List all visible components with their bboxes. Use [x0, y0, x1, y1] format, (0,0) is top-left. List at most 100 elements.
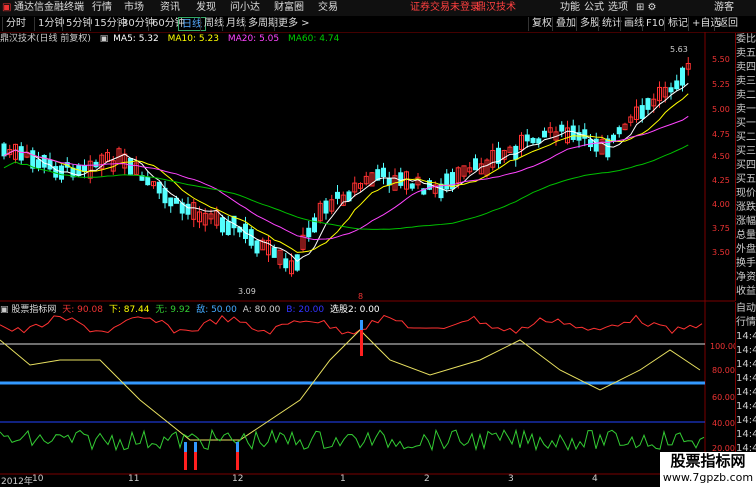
high-price-label: 5.63	[670, 45, 688, 54]
side-item[interactable]: 卖三	[736, 75, 756, 89]
ind-tick: 80.00	[712, 366, 735, 375]
di-value: 敌: 50.00	[196, 305, 237, 315]
side-item[interactable]: 收益	[736, 285, 756, 299]
side-tick-item: 14:47	[736, 401, 756, 412]
xuangu-value: 选股2: 0.00	[330, 305, 380, 315]
wu-value: 无: 9.92	[155, 305, 191, 315]
price-tick: 3.75	[712, 224, 730, 233]
candle-body	[680, 67, 685, 86]
side-item[interactable]: 卖四	[736, 61, 756, 75]
candle-body	[605, 138, 611, 158]
x-tick: 1	[340, 474, 346, 484]
candle-body	[220, 217, 225, 233]
side-item[interactable]: 卖一	[736, 103, 756, 117]
candle-body	[386, 178, 392, 186]
candle-body	[30, 150, 36, 169]
side-item[interactable]: 现价	[736, 187, 756, 201]
candle-body	[335, 191, 340, 199]
candle-body	[524, 134, 530, 142]
candle-body	[1, 143, 7, 157]
side-item[interactable]: 买五	[736, 173, 756, 187]
b-value: B: 20.00	[286, 305, 325, 315]
xia-line	[0, 329, 701, 441]
side-item[interactable]: 买四	[736, 159, 756, 173]
candle-body	[645, 98, 651, 110]
candle-body	[248, 229, 254, 246]
signal-bar-bottom	[194, 452, 197, 470]
side-tick-item: 14:47	[736, 359, 756, 370]
side-item[interactable]: 买三	[736, 145, 756, 159]
candle-body	[156, 181, 162, 194]
x-tick: 2	[424, 474, 430, 484]
candle-body	[473, 158, 478, 171]
candle-body	[513, 145, 519, 160]
price-tick: 4.25	[712, 176, 730, 185]
candle-body	[294, 254, 300, 271]
side-item[interactable]: 涨幅	[736, 215, 756, 229]
indicator-name: 股票指标网	[11, 305, 57, 315]
price-tick: 4.75	[712, 130, 730, 139]
price-tick: 5.00	[712, 105, 730, 114]
side-item[interactable]: 外盘	[736, 243, 756, 257]
chart-canvas[interactable]	[0, 0, 735, 487]
side-tick-item: 14:47	[736, 331, 756, 342]
side-item[interactable]: 换手	[736, 257, 756, 271]
indicator-info-row: ▣ 股票指标网 天: 90.08 下: 87.44 无: 9.92 敌: 50.…	[0, 304, 380, 316]
candle-body	[18, 146, 24, 161]
candle-body	[145, 176, 151, 186]
ind-tick: 100.00	[710, 342, 738, 351]
wu-line	[0, 428, 705, 452]
candle-body	[668, 87, 674, 93]
x-tick: 2012年	[1, 477, 33, 487]
side-tick-item: 行情	[736, 317, 756, 328]
indicator-icon[interactable]: ▣	[0, 305, 9, 315]
candle-body	[616, 127, 622, 135]
tick-side-panel: 自动行情 14:47 14:47 14:47 14:47 14:47 14:47 14:47 1…	[735, 302, 756, 474]
side-item[interactable]: 委比	[736, 33, 756, 47]
quote-side-panel: 委比 卖五 卖四 卖三 卖二 卖一 买一 买二 买三 买四 买五 现价 涨跌 涨幅 总量 外盘 换手 净资 收益	[735, 33, 756, 301]
side-item[interactable]: 涨跌	[736, 201, 756, 215]
signal-bar-top	[184, 442, 187, 452]
side-item[interactable]: 净资	[736, 271, 756, 285]
candle-body	[185, 203, 191, 215]
side-item[interactable]: 总量	[736, 229, 756, 243]
candle-body	[306, 227, 312, 238]
side-item[interactable]: 卖五	[736, 47, 756, 61]
x-tick: 12	[232, 474, 244, 484]
x-tick: 10	[32, 474, 44, 484]
candle-body	[530, 137, 536, 144]
price-tick: 4.00	[712, 200, 730, 209]
x-tick: 11	[128, 474, 140, 484]
x-tick: 3	[508, 474, 514, 484]
candle-body	[323, 200, 329, 214]
side-tick-item: 14:47	[736, 429, 756, 440]
candle-body	[36, 159, 41, 169]
side-item[interactable]: 买一	[736, 117, 756, 131]
candle-body	[611, 134, 616, 142]
signal-bar-bottom	[360, 330, 363, 356]
watermark-title: 股票指标网	[670, 452, 746, 470]
watermark: 股票指标网 www.7gpzb.com	[660, 452, 756, 487]
side-tick-item: 14:47	[736, 415, 756, 426]
candle-body	[225, 220, 231, 236]
signal-bar-bottom	[184, 452, 187, 470]
side-tick-item: 14:47	[736, 373, 756, 384]
side-item[interactable]: 卖二	[736, 89, 756, 103]
ma60-line	[3, 144, 689, 230]
event-marker: 8	[358, 292, 364, 301]
ma10-line	[3, 93, 689, 253]
candle-body	[381, 167, 386, 178]
watermark-url: www.7gpzb.com	[662, 471, 754, 484]
a-value: A: 80.00	[242, 305, 281, 315]
ind-tick: 60.00	[712, 393, 735, 402]
candle-body	[128, 157, 133, 175]
ind-tick: 40.00	[712, 419, 735, 428]
tian-value: 天: 90.08	[62, 305, 103, 315]
candle-body	[312, 217, 317, 233]
candle-body	[271, 247, 277, 258]
side-item[interactable]: 买二	[736, 131, 756, 145]
signal-bar-bottom	[236, 452, 239, 470]
signal-bar-top	[236, 442, 239, 452]
candle-body	[409, 183, 415, 189]
candle-body	[254, 240, 260, 254]
